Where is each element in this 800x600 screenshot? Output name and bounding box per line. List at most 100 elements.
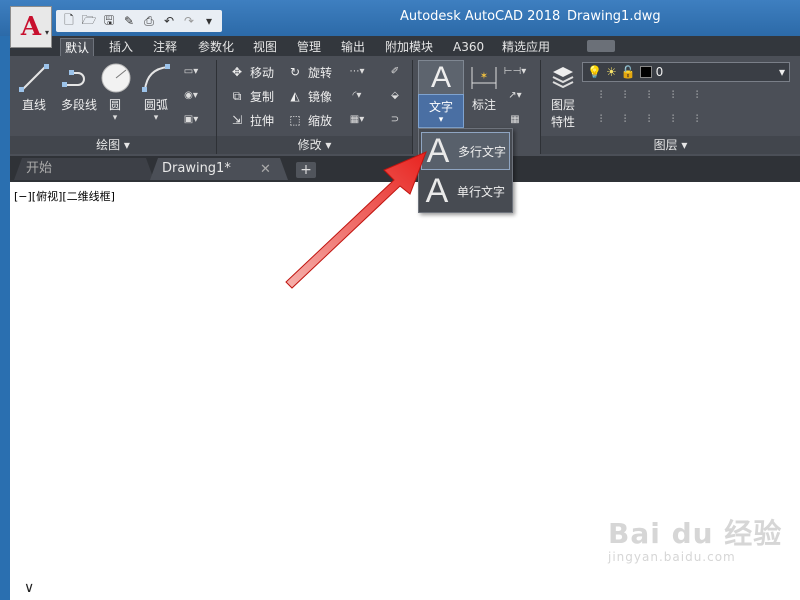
layer-tool-icon[interactable]: ⫶ — [638, 86, 660, 104]
move-icon: ✥ — [231, 65, 243, 79]
text-dropdown-button[interactable]: 文字 ▾ — [418, 94, 464, 128]
layer-tool-icon[interactable]: ⫶ — [614, 110, 636, 128]
chevron-down-icon: ▾ — [123, 138, 130, 152]
customize-icon[interactable]: ▾ — [200, 12, 218, 30]
scale-icon: ⬚ — [289, 113, 301, 127]
tab-insert[interactable]: 插入 — [105, 38, 137, 56]
layer-properties-label-2: 特性 — [550, 115, 575, 129]
mirror-button[interactable]: ◭ 镜像 — [286, 86, 332, 106]
svg-text:✶: ✶ — [480, 71, 488, 82]
chevron-down-icon: ▾ — [681, 138, 688, 152]
tab-default[interactable]: 默认 — [60, 38, 95, 56]
hatch-icon[interactable]: ◉▾ — [180, 86, 202, 104]
undo-icon[interactable]: ↶ — [160, 12, 178, 30]
line-label: 直线 — [21, 98, 46, 112]
stretch-icon: ⇲ — [231, 113, 243, 127]
arc-button[interactable]: 圆弧 ▾ — [138, 60, 174, 123]
chevron-down-icon: ▾ — [44, 28, 49, 37]
explode-icon[interactable]: ⬙ — [384, 86, 406, 104]
baidu-watermark: Bai du 经验 jingyan.baidu.com — [608, 512, 782, 564]
mirror-icon: ◭ — [290, 89, 300, 103]
tab-output[interactable]: 输出 — [337, 38, 369, 56]
region-icon[interactable]: ▣▾ — [180, 110, 202, 128]
new-icon[interactable]: 🗋 — [60, 12, 78, 30]
layer-tool-icon[interactable]: ⫶ — [686, 110, 708, 128]
multiline-text-label: 多行文字 — [458, 144, 507, 159]
tab-manage[interactable]: 管理 — [293, 38, 325, 56]
file-tab-start[interactable]: 开始 — [14, 158, 154, 180]
polyline-label: 多段线 — [60, 98, 97, 112]
layer-tool-icon[interactable]: ⫶ — [590, 86, 612, 104]
text-label: 文字 — [428, 100, 453, 114]
stretch-button[interactable]: ⇲ 拉伸 — [228, 110, 274, 130]
tab-annotate[interactable]: 注释 — [149, 38, 181, 56]
arc-icon — [138, 60, 174, 96]
polyline-button[interactable]: 多段线 — [54, 60, 104, 113]
text-a-icon: A — [430, 61, 451, 94]
circle-icon — [98, 60, 134, 96]
copy-icon: ⧉ — [232, 88, 242, 103]
draw-panel-title[interactable]: 绘图 ▾ — [10, 136, 216, 154]
layer-properties-button[interactable]: 图层 特性 — [544, 60, 582, 130]
chevron-down-icon[interactable]: ▾ — [98, 113, 132, 123]
polyline-icon — [61, 60, 97, 96]
window-file-name: Drawing1.dwg — [567, 9, 661, 24]
copy-button[interactable]: ⧉ 复制 — [228, 86, 274, 106]
layer-tool-icon[interactable]: ⫶ — [662, 110, 684, 128]
array-icon[interactable]: ▦▾ — [346, 110, 368, 128]
arc-label: 圆弧 — [143, 98, 168, 112]
layers-icon — [545, 60, 581, 96]
layer-color-swatch — [639, 66, 652, 78]
open-icon[interactable]: 🗁 — [80, 12, 98, 30]
autocad-logo-icon: A — [20, 12, 42, 42]
save-icon[interactable]: 🖫 — [100, 12, 118, 30]
layer-properties-label: 图层 — [550, 98, 575, 112]
current-layer-name: 0 — [655, 65, 664, 79]
dimension-icon: ✶ — [466, 60, 502, 96]
dimension-label: 标注 — [471, 98, 496, 112]
rectangle-icon[interactable]: ▭▾ — [180, 62, 202, 80]
move-button[interactable]: ✥ 移动 — [228, 62, 274, 82]
rotate-button[interactable]: ↻ 旋转 — [286, 62, 332, 82]
layer-tool-icon[interactable]: ⫶ — [590, 110, 612, 128]
application-menu-button[interactable]: A ▾ — [10, 6, 52, 48]
line-icon — [16, 60, 52, 96]
tab-addins[interactable]: 附加模块 — [381, 38, 437, 56]
layer-tool-icon[interactable]: ⫶ — [662, 86, 684, 104]
table-icon[interactable]: ▦ — [504, 110, 526, 128]
redo-icon[interactable]: ↷ — [180, 12, 198, 30]
layer-tool-icon[interactable]: ⫶ — [638, 110, 660, 128]
erase-icon[interactable]: ✐ — [384, 62, 406, 80]
scale-button[interactable]: ⬚ 缩放 — [286, 110, 332, 130]
window-title: Autodesk AutoCAD 2018 — [400, 9, 561, 24]
rotate-icon: ↻ — [289, 65, 301, 79]
offset-icon[interactable]: ⊃ — [384, 110, 406, 128]
layers-panel-title[interactable]: 图层 ▾ — [541, 136, 800, 154]
tab-featured-apps[interactable]: 精选应用 — [498, 38, 554, 56]
chevron-down-icon: ▾ — [438, 115, 444, 125]
ribbon-toggle-button[interactable] — [587, 40, 615, 52]
saveas-icon[interactable]: ✎ — [120, 12, 138, 30]
leader-icon[interactable]: ↗▾ — [504, 86, 526, 104]
dimension-button[interactable]: ✶ 标注 — [466, 60, 502, 113]
quick-access-toolbar: 🗋 🗁 🖫 ✎ ⎙ ↶ ↷ ▾ — [56, 10, 222, 32]
linear-dimension-icon[interactable]: ⊢⊣▾ — [504, 62, 526, 80]
tab-view[interactable]: 视图 — [249, 38, 281, 56]
layer-tool-icon[interactable]: ⫶ — [686, 86, 708, 104]
chevron-down-icon[interactable]: ▾ — [138, 113, 174, 123]
print-icon[interactable]: ⎙ — [140, 12, 158, 30]
single-line-text-label: 单行文字 — [457, 184, 506, 199]
title-bar: 🗋 🗁 🖫 ✎ ⎙ ↶ ↷ ▾ Autodesk AutoCAD 2018 Dr… — [0, 0, 800, 36]
layer-tool-icon[interactable]: ⫶ — [614, 86, 636, 104]
fillet-icon[interactable]: ◜▾ — [346, 86, 368, 104]
line-button[interactable]: 直线 — [16, 60, 52, 113]
viewport-controls[interactable]: [−][俯视][二维线框] — [14, 188, 115, 204]
layer-dropdown[interactable]: 💡 ☀ 🔓 0 ▾ — [582, 62, 790, 82]
tab-parametric[interactable]: 参数化 — [194, 38, 238, 56]
trim-icon[interactable]: ⋯▾ — [346, 62, 368, 80]
watermark-logo: Bai du 经验 — [608, 517, 783, 550]
circle-button[interactable]: 圆 ▾ — [98, 60, 132, 123]
circle-label: 圆 — [108, 98, 121, 112]
tab-a360[interactable]: A360 — [449, 38, 488, 56]
watermark-url: jingyan.baidu.com — [608, 550, 736, 564]
